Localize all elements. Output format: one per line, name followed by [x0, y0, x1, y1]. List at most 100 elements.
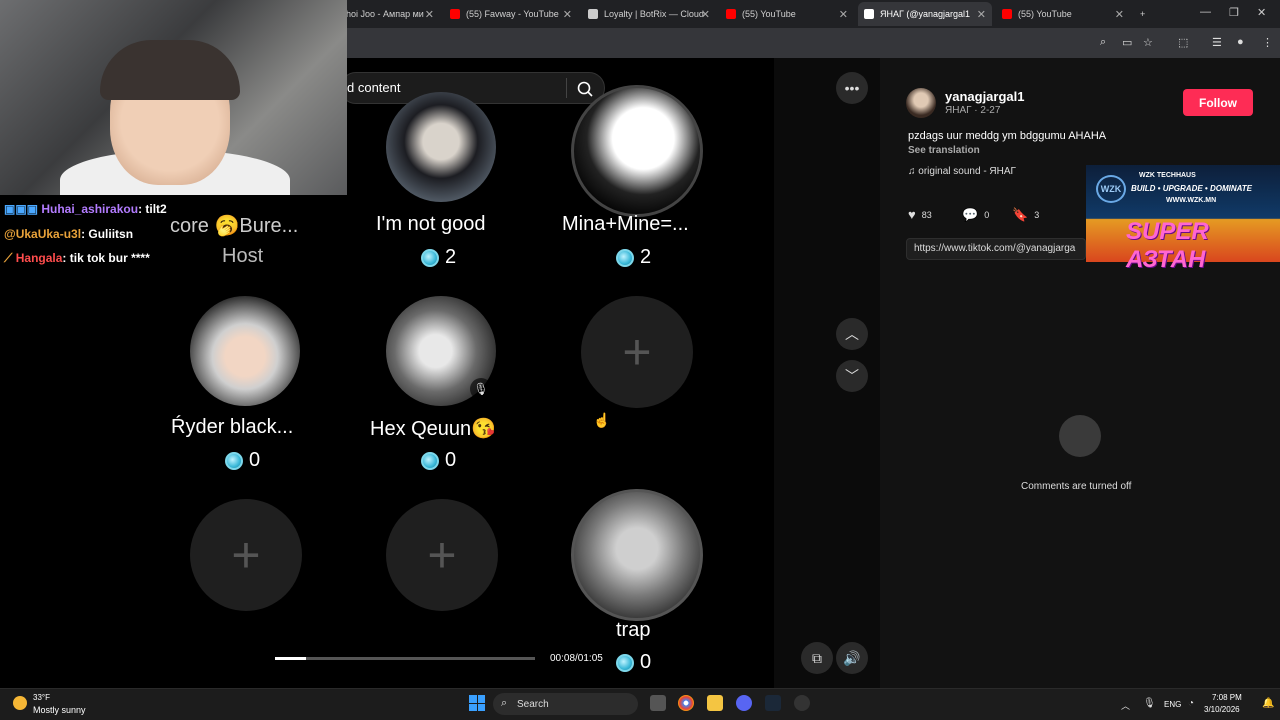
streamer-hair	[100, 40, 240, 100]
reading-list-icon[interactable]: ☰	[1212, 36, 1222, 49]
guest-name-9: trap	[616, 619, 651, 641]
ad-slogan: BUILD • UPGRADE • DOMINATE	[1131, 184, 1253, 193]
guest-name-host: core 🥱Bure...	[170, 215, 299, 237]
add-guest-slot-1[interactable]: +	[581, 296, 693, 408]
comments-off-icon	[1059, 415, 1101, 457]
like-button[interactable]: ♥ 83	[908, 207, 932, 222]
menu-icon[interactable]: ⋮	[1262, 36, 1273, 49]
ad-brand: WZK TECHHAUS	[1139, 172, 1196, 179]
next-video-button[interactable]: ﹀	[836, 360, 868, 392]
follow-button[interactable]: Follow	[1183, 89, 1253, 116]
browser-tab-4[interactable]: (55) YouTube ✕	[720, 2, 854, 26]
youtube-icon	[726, 9, 736, 19]
close-tab-icon[interactable]: ✕	[425, 8, 434, 21]
guest-coins-5: 0	[421, 449, 456, 472]
network-icon[interactable]: ◔	[1188, 698, 1194, 709]
microphone-icon[interactable]: 🎙	[1143, 698, 1156, 709]
taskbar-search-icon: ⌕	[501, 697, 508, 709]
browser-tab-3[interactable]: Loyalty | BotRix — Cloud ✕	[582, 2, 716, 26]
coin-icon	[225, 451, 243, 470]
steam-icon[interactable]	[765, 695, 781, 711]
browser-tab-1[interactable]: hoi Joo - Ампар ми ✕	[340, 2, 440, 26]
coin-icon	[421, 451, 439, 470]
cast-icon[interactable]: ▭	[1122, 36, 1132, 49]
mouse-cursor-icon: ☝	[593, 412, 611, 428]
tiktok-icon	[864, 9, 874, 19]
app-icon[interactable]	[794, 695, 810, 711]
clock-date[interactable]: 3/10/2026	[1204, 705, 1240, 714]
copy-link-field[interactable]: https://www.tiktok.com/@yanagjarga	[906, 238, 1086, 260]
bookmark-star-icon[interactable]: ☆	[1143, 36, 1153, 49]
restore-button[interactable]: ❐	[1229, 6, 1239, 19]
search-icon[interactable]	[576, 80, 594, 98]
guest-name-4: Ŕyder black...	[171, 416, 294, 438]
search-divider	[566, 78, 567, 98]
plus-icon: +	[231, 527, 261, 583]
author-username[interactable]: yanagjargal1	[945, 89, 1025, 104]
search-input-text[interactable]: d content	[347, 80, 401, 95]
browser-tab-6[interactable]: (55) YouTube ✕	[996, 2, 1130, 26]
zoom-icon[interactable]: ⌕	[1100, 36, 1106, 49]
browser-tab-5-active[interactable]: ЯНАГ (@yanagjargal1 ✕	[858, 2, 992, 26]
notifications-icon[interactable]: 🔔	[1262, 698, 1274, 709]
sound-link[interactable]: ♫ original sound - ЯНАГ	[908, 166, 1016, 177]
weather-sun-icon[interactable]	[13, 696, 27, 710]
close-tab-icon[interactable]: ✕	[701, 8, 710, 21]
guest-name-3: Mina+Mine=...	[562, 213, 689, 235]
close-window-button[interactable]: ✕	[1257, 6, 1266, 19]
chat-message: @UkaUka-u3l: Guliitsn	[4, 227, 134, 241]
extensions-icon[interactable]: ⬚	[1178, 36, 1188, 49]
guest-avatar-3[interactable]	[571, 85, 703, 217]
previous-video-button[interactable]: ︿	[836, 318, 868, 350]
see-translation-link[interactable]: See translation	[908, 145, 980, 156]
weather-desc: Mostly sunny	[33, 705, 86, 715]
add-guest-slot-3[interactable]: +	[386, 499, 498, 611]
host-label: Host	[222, 245, 264, 267]
file-explorer-icon[interactable]	[707, 695, 723, 711]
save-button[interactable]: 🔖 3	[1012, 207, 1039, 223]
tray-overflow-icon[interactable]: ︿	[1121, 699, 1130, 712]
bookmark-icon: 🔖	[1012, 207, 1029, 222]
guest-coins-9: 0	[616, 651, 651, 674]
windows-taskbar	[0, 688, 1280, 720]
guest-avatar-9[interactable]	[571, 489, 703, 621]
more-options-icon[interactable]: •••	[836, 72, 868, 104]
new-tab-button[interactable]: +	[1134, 2, 1154, 26]
guest-avatar-2[interactable]	[386, 92, 496, 202]
chat-message: ⟋ Hangala: tik tok bur ****	[4, 251, 150, 265]
start-icon[interactable]	[469, 695, 485, 711]
coin-icon	[616, 653, 634, 672]
task-view-icon[interactable]	[650, 695, 666, 711]
volume-icon[interactable]: 🔊	[836, 642, 868, 674]
author-avatar[interactable]	[906, 88, 936, 118]
plus-icon: +	[622, 324, 652, 380]
author-meta: ЯНАГ · 2-27	[945, 105, 1001, 116]
profile-icon[interactable]: ●	[1237, 36, 1244, 48]
taskbar-search[interactable]: Search	[493, 693, 638, 715]
ad-logo: WZK	[1096, 175, 1126, 203]
add-guest-slot-2[interactable]: +	[190, 499, 302, 611]
close-tab-icon[interactable]: ✕	[1115, 8, 1124, 21]
chat-message: ▣▣▣ Huhai_ashirakou: tilt2	[4, 202, 167, 216]
browser-tab-2[interactable]: (55) Favway - YouTube ✕	[444, 2, 578, 26]
chrome-icon[interactable]	[678, 695, 694, 711]
coin-icon	[616, 248, 634, 267]
video-progress-track[interactable]	[275, 657, 535, 660]
close-tab-icon[interactable]: ✕	[977, 8, 986, 21]
comment-button[interactable]: 💬 0	[962, 207, 989, 223]
post-caption: pzdags uur meddg ym bdggumu AHAHA	[908, 130, 1107, 142]
language-indicator[interactable]: ENG	[1164, 700, 1181, 709]
discord-icon[interactable]	[736, 695, 752, 711]
mini-player-icon[interactable]: ⧉	[801, 642, 833, 674]
comments-off-text: Comments are turned off	[1021, 481, 1132, 492]
guest-avatar-4[interactable]	[190, 296, 300, 406]
close-tab-icon[interactable]: ✕	[839, 8, 848, 21]
minimize-button[interactable]: —	[1200, 6, 1211, 18]
weather-temp: 33°F	[33, 693, 50, 702]
clock-time[interactable]: 7:08 PM	[1212, 693, 1242, 702]
guest-name-2: I'm not good	[376, 213, 486, 235]
mic-muted-icon: 🎙	[470, 378, 492, 400]
close-tab-icon[interactable]: ✕	[563, 8, 572, 21]
comment-icon: 💬	[962, 207, 979, 222]
music-note-icon: ♫	[908, 166, 919, 177]
